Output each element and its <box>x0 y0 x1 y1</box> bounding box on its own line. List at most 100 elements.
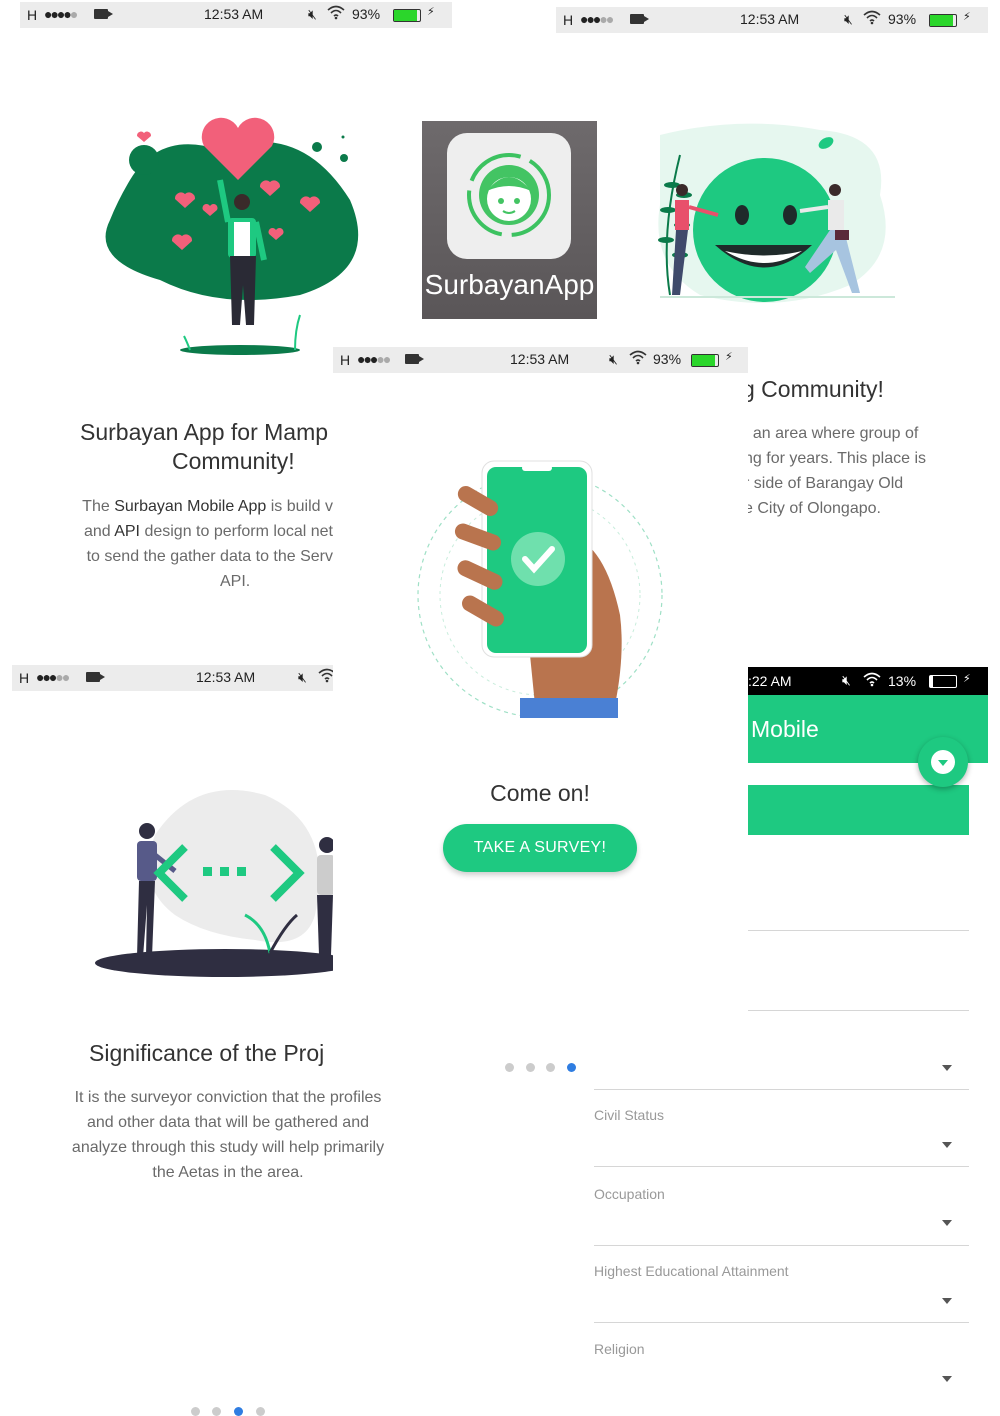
form-field-underline <box>594 1166 969 1167</box>
slide3-line: analyze through this study will help pri… <box>71 1139 385 1156</box>
slide3-line: the Aetas in the area. <box>152 1164 304 1181</box>
slide2-line: , an area where group of <box>748 425 919 442</box>
slide1-text: design to perform local net <box>140 523 333 540</box>
battery-icon <box>691 354 719 367</box>
dropdown-arrow-icon <box>942 1376 952 1382</box>
slide3-title-clip: Significance of the Proj <box>60 1038 333 1072</box>
form-status-bar: :22 AM 🔇︎ 13% ⚡︎ <box>748 667 988 695</box>
pagination-dot[interactable] <box>191 1407 200 1416</box>
slide1-title-line2: Community! <box>172 448 295 474</box>
wifi-icon <box>327 4 345 23</box>
education-select[interactable] <box>594 1284 969 1322</box>
mute-icon: 🔇︎ <box>844 11 853 27</box>
slide1-title-line1: Surbayan App for Mamp <box>80 419 329 445</box>
signal-type: H <box>19 670 30 686</box>
battery-icon <box>393 9 421 22</box>
form-field-underline <box>594 1245 969 1246</box>
slide1-text: API. <box>220 573 251 590</box>
dropdown-arrow-icon <box>942 1298 952 1304</box>
video-icon <box>630 14 649 24</box>
dropdown-arrow-icon <box>942 1065 952 1071</box>
app-icon-label: SurbayanApp <box>424 269 595 300</box>
occupation-select[interactable] <box>594 1206 969 1244</box>
status-bar: H ●●●●● 12:53 AM 🔇︎ 93% ⚡︎ <box>20 2 452 28</box>
video-icon <box>405 354 424 364</box>
video-icon <box>94 9 113 19</box>
slide1-text: and <box>83 523 115 540</box>
battery-percent: 93% <box>653 351 682 367</box>
form-header-title: Mobile <box>751 716 819 742</box>
slide2-text-clip: g Community! , an area where group of ng… <box>748 370 1000 540</box>
dropdown-arrow-icon <box>942 1142 952 1148</box>
select-field[interactable] <box>594 1050 969 1090</box>
pagination-dot[interactable] <box>526 1063 535 1072</box>
wifi-icon <box>318 667 333 686</box>
love-community-illustration <box>100 110 370 360</box>
battery-percent: 93% <box>888 11 917 27</box>
religion-select[interactable] <box>594 1362 969 1400</box>
mute-icon: 🔇︎ <box>842 672 851 688</box>
charging-icon: ⚡︎ <box>963 11 971 23</box>
slide2-line: e City of Olongapo. <box>748 500 881 517</box>
status-time: 12:53 AM <box>196 669 256 685</box>
signal-strength-icon: ●●●●● <box>580 11 614 27</box>
slide1-text: is build v <box>266 498 333 515</box>
pagination-dot[interactable] <box>505 1063 514 1072</box>
phone-check-illustration <box>410 455 670 720</box>
status-bar: H ●●●●● 12:53 AM 🔇︎ <box>12 665 333 691</box>
signal-strength-icon: ●●●●● <box>44 6 78 22</box>
wifi-icon <box>863 9 881 28</box>
form-field-underline <box>594 1089 969 1090</box>
occupation-label: Occupation <box>594 1186 665 1202</box>
slide4-title: Come on! <box>490 780 590 806</box>
slide3-description: It is the surveyor conviction that the p… <box>58 1085 398 1185</box>
mute-icon: 🔇︎ <box>609 351 618 367</box>
dropdown-arrow-icon <box>942 1220 952 1226</box>
charging-icon: ⚡︎ <box>963 673 971 685</box>
slide3-line: It is the surveyor conviction that the p… <box>74 1089 382 1106</box>
battery-icon <box>929 675 957 688</box>
wifi-icon <box>863 671 881 690</box>
app-icon[interactable] <box>447 133 571 259</box>
status-bar: H ●●●●● 12:53 AM 🔇︎ 93% ⚡︎ <box>556 7 988 33</box>
mute-icon: 🔇︎ <box>308 6 317 22</box>
signal-type: H <box>340 352 351 368</box>
signal-strength-icon: ●●●●● <box>36 669 70 685</box>
slide1-text: The <box>82 498 115 515</box>
charging-icon: ⚡︎ <box>725 351 733 363</box>
status-bar: H ●●●●● 12:53 AM 🔇︎ 93% ⚡︎ <box>333 347 748 373</box>
education-label: Highest Educational Attainment <box>594 1263 789 1279</box>
pagination-dot[interactable] <box>546 1063 555 1072</box>
pagination-dot-active[interactable] <box>234 1407 243 1416</box>
mute-icon: 🔇︎ <box>298 669 307 685</box>
battery-percent: 13% <box>888 673 917 689</box>
slide2-line: ng for years. This place is <box>748 450 927 467</box>
form-field-underline <box>748 930 969 931</box>
wifi-icon <box>629 349 647 368</box>
form-green-banner <box>748 785 969 835</box>
slide1-highlight: Surbayan Mobile App <box>114 498 267 515</box>
expand-fab[interactable] <box>918 737 968 787</box>
pagination-dot[interactable] <box>212 1407 221 1416</box>
slide3-title: Significance of the Proj <box>89 1040 325 1066</box>
signal-strength-icon: ●●●●● <box>357 351 391 367</box>
app-icon-card[interactable]: SurbayanApp <box>422 121 597 319</box>
charging-icon: ⚡︎ <box>427 6 435 18</box>
pagination-dot-active[interactable] <box>567 1063 576 1072</box>
battery-percent: 93% <box>352 6 381 22</box>
slide2-line: r side of Barangay Old <box>748 475 904 492</box>
take-survey-button[interactable]: TAKE A SURVEY! <box>443 824 637 872</box>
slide1-highlight: API <box>114 523 140 540</box>
slide1-text: to send the gather data to the Serv <box>86 548 333 565</box>
form-field-underline <box>594 1322 969 1323</box>
form-field-underline <box>748 1010 969 1011</box>
video-icon <box>86 672 105 682</box>
slide3-line: and other data that will be gathered and <box>87 1114 369 1131</box>
slide1-description: The Surbayan Mobile App is build v and A… <box>60 494 333 594</box>
status-time: 12:53 AM <box>204 6 264 22</box>
slide2-title: g Community! <box>748 376 884 402</box>
civil-status-select[interactable] <box>594 1128 969 1166</box>
pagination-dot[interactable] <box>256 1407 265 1416</box>
religion-label: Religion <box>594 1341 645 1357</box>
status-time: 12:53 AM <box>740 11 800 27</box>
